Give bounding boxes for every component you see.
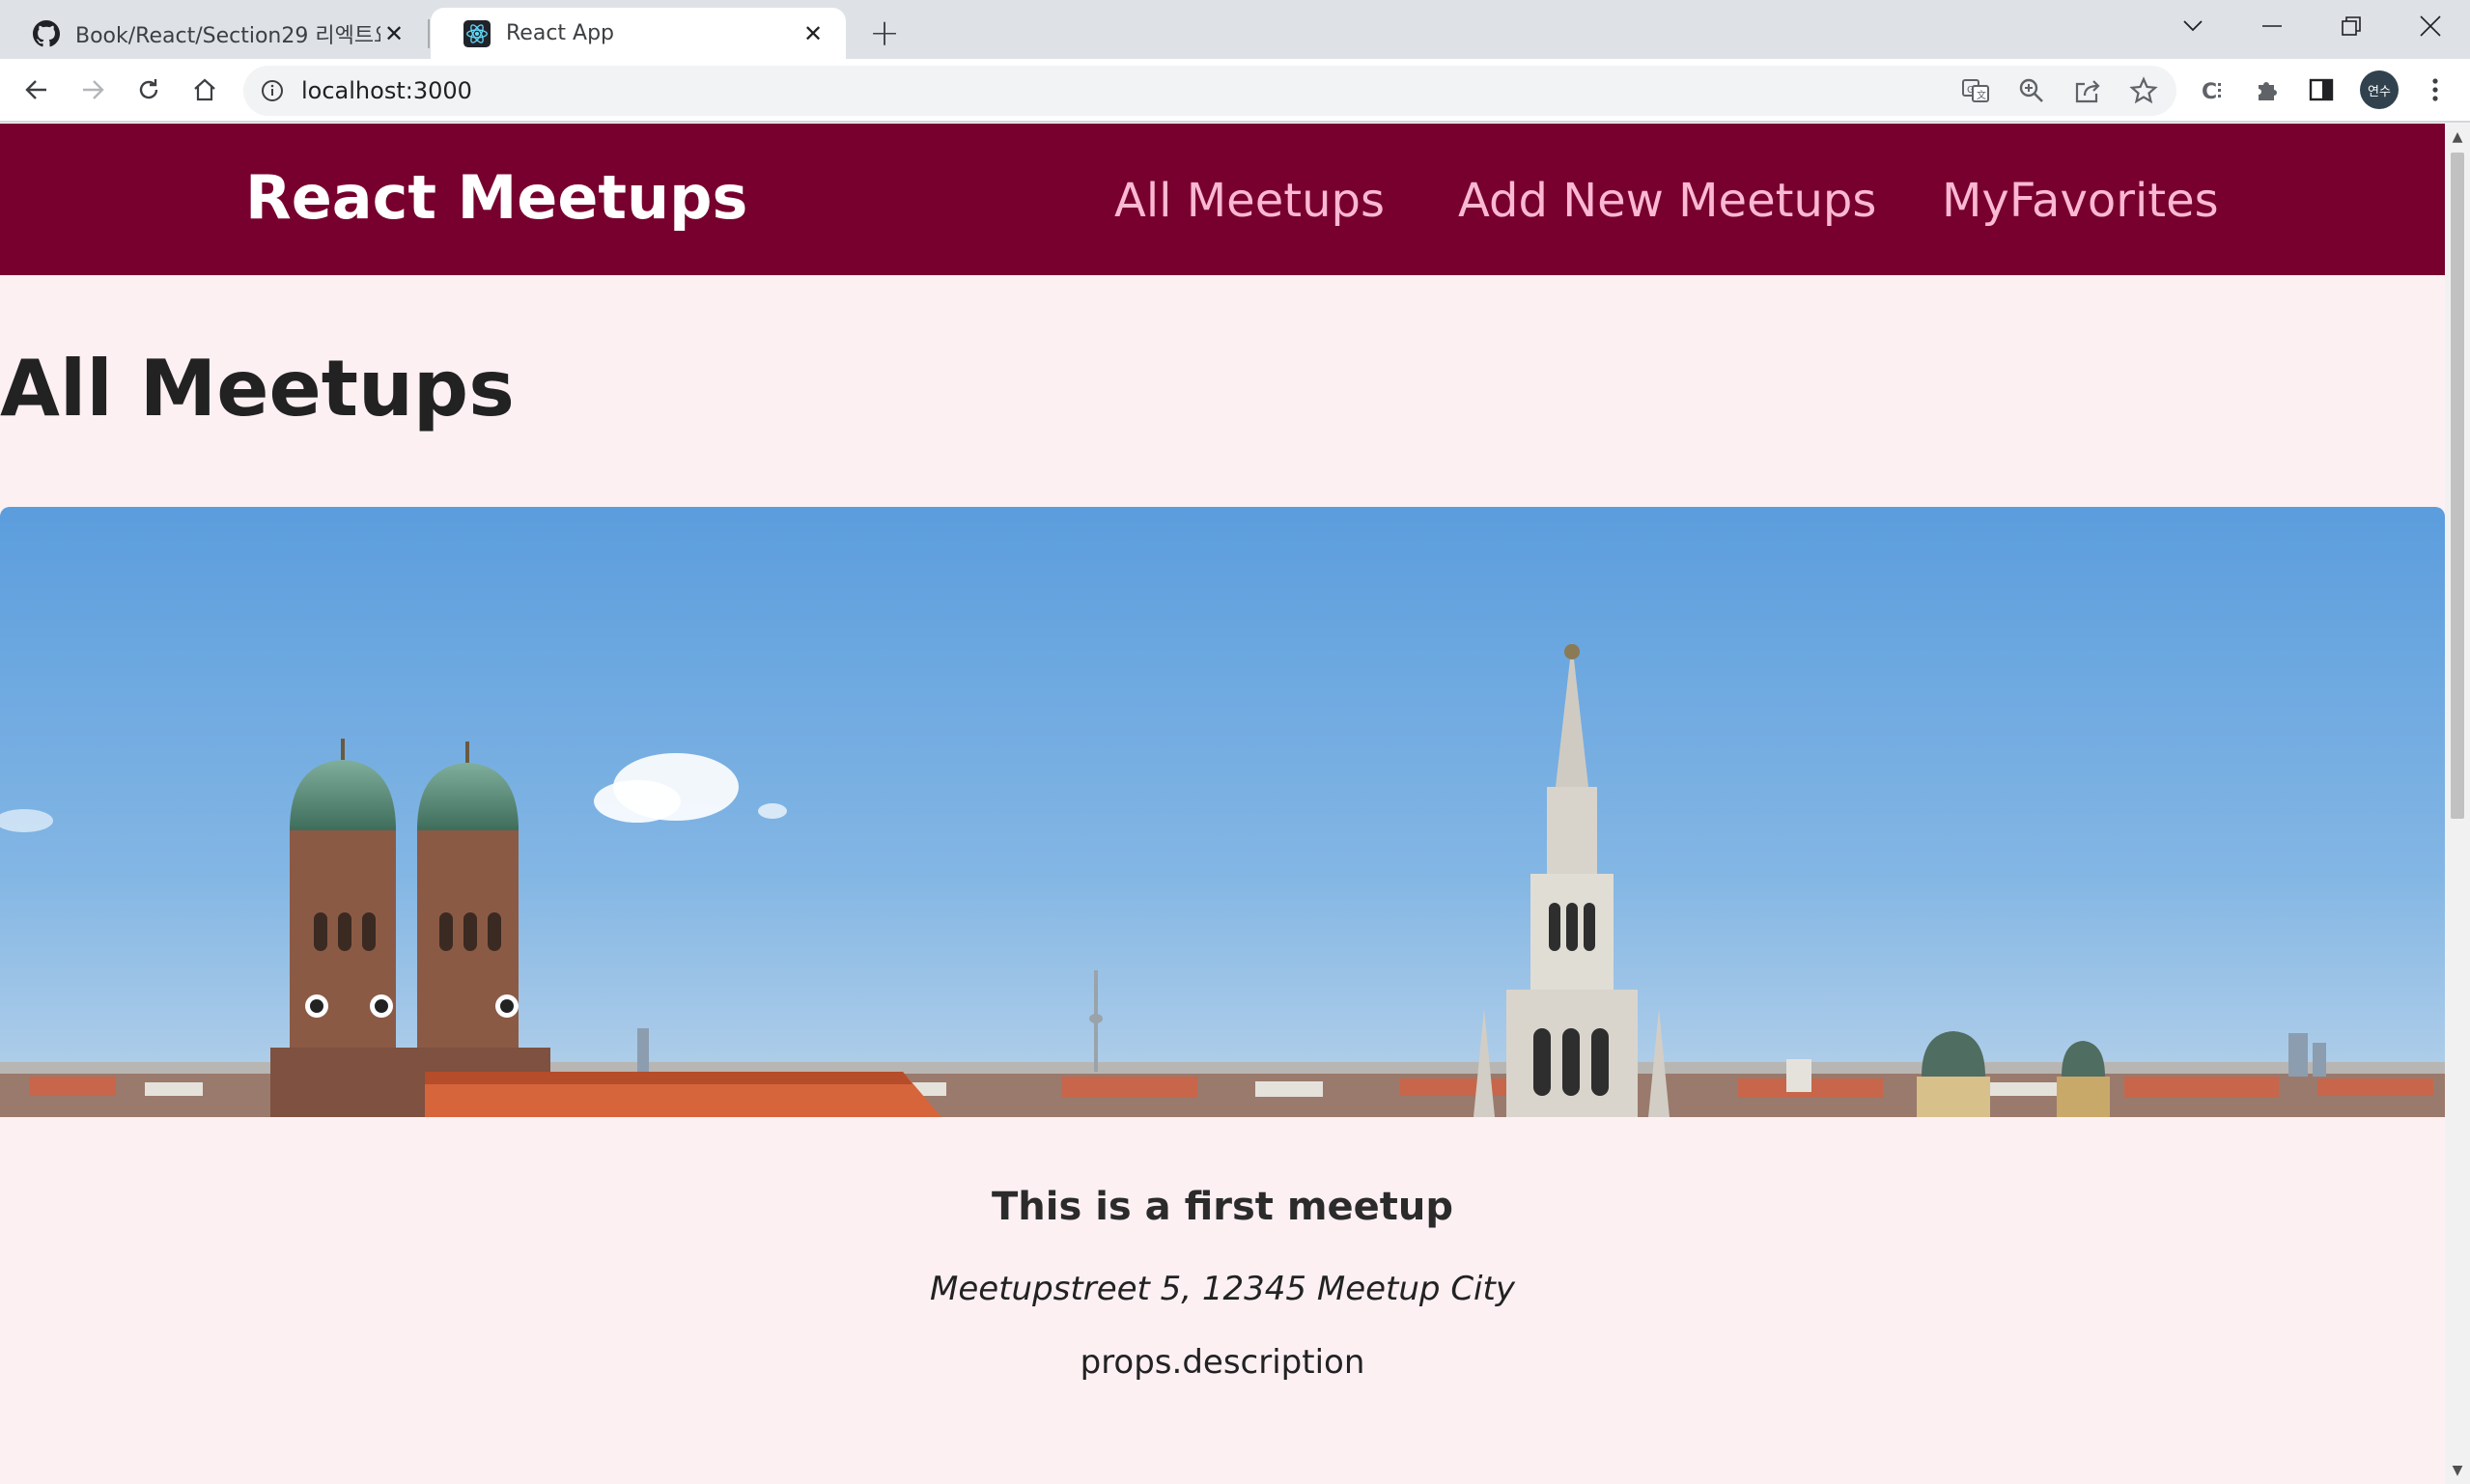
zoom-icon[interactable] bbox=[2014, 73, 2049, 108]
meetup-address: Meetupstreet 5, 12345 Meetup City bbox=[930, 1270, 1515, 1308]
profile-avatar[interactable]: 연수 bbox=[2360, 70, 2399, 109]
main-navigation: React Meetups All Meetups Add New Meetup… bbox=[0, 124, 2445, 275]
translate-icon[interactable]: G文 bbox=[1958, 73, 1993, 108]
close-icon[interactable]: ✕ bbox=[380, 20, 407, 47]
close-icon[interactable]: ✕ bbox=[800, 20, 827, 47]
svg-text:G: G bbox=[1967, 85, 1975, 96]
bookmark-star-icon[interactable] bbox=[2126, 73, 2161, 108]
scroll-down-arrow-icon[interactable]: ▼ bbox=[2450, 1463, 2465, 1478]
address-bar[interactable]: localhost:3000 G文 bbox=[243, 66, 2176, 116]
reload-icon[interactable] bbox=[127, 69, 170, 111]
meetup-card: This is a first meetup Meetupstreet 5, 1… bbox=[0, 507, 2445, 1484]
tab-separator bbox=[428, 19, 430, 48]
back-icon[interactable] bbox=[15, 69, 58, 111]
url-text: localhost:3000 bbox=[301, 77, 472, 104]
tab-github[interactable]: Book/React/Section29 리엑트요 ✕ bbox=[0, 8, 427, 59]
svg-text:文: 文 bbox=[1977, 89, 1986, 101]
nav-add-new-meetups[interactable]: Add New Meetups bbox=[1458, 174, 1876, 228]
scroll-thumb[interactable] bbox=[2451, 153, 2464, 819]
scroll-up-arrow-icon[interactable]: ▲ bbox=[2450, 129, 2465, 145]
meetup-description: props.description bbox=[1080, 1343, 1365, 1382]
menu-kebab-icon[interactable] bbox=[2414, 69, 2456, 111]
nav-all-meetups[interactable]: All Meetups bbox=[1114, 174, 1385, 228]
meetup-image bbox=[0, 507, 2445, 1117]
window-close-icon[interactable] bbox=[2391, 0, 2470, 52]
site-info-icon[interactable] bbox=[261, 79, 284, 102]
page-title: All Meetups bbox=[0, 344, 515, 434]
react-icon bbox=[463, 19, 491, 47]
tab-strip: Book/React/Section29 리엑트요 ✕ React App ✕ … bbox=[0, 0, 2470, 59]
restore-icon[interactable] bbox=[2312, 0, 2391, 52]
share-icon[interactable] bbox=[2070, 73, 2105, 108]
new-tab-button[interactable]: + bbox=[865, 12, 904, 54]
side-panel-icon[interactable] bbox=[2300, 69, 2343, 111]
svg-text:C: C bbox=[2202, 80, 2217, 104]
page-viewport: React Meetups All Meetups Add New Meetup… bbox=[0, 124, 2445, 1484]
github-icon bbox=[33, 19, 60, 47]
tab-react-app[interactable]: React App ✕ bbox=[431, 8, 846, 59]
nav-my-favorites[interactable]: MyFavorites bbox=[1942, 174, 2219, 228]
meetup-title: This is a first meetup bbox=[992, 1185, 1453, 1229]
browser-toolbar: localhost:3000 G文 C 연수 bbox=[0, 59, 2470, 123]
home-icon[interactable] bbox=[183, 69, 226, 111]
tab-title: Book/React/Section29 리엑트요 bbox=[75, 23, 380, 48]
page-scrollbar[interactable]: ▲ ▼ bbox=[2445, 124, 2470, 1484]
extensions-puzzle-icon[interactable] bbox=[2246, 69, 2288, 111]
tab-title: React App bbox=[506, 21, 615, 45]
tab-search-icon[interactable] bbox=[2153, 0, 2232, 52]
forward-icon[interactable] bbox=[71, 69, 114, 111]
extension-c-icon[interactable]: C bbox=[2192, 69, 2234, 111]
minimize-icon[interactable] bbox=[2232, 0, 2312, 52]
site-logo: React Meetups bbox=[245, 162, 748, 233]
